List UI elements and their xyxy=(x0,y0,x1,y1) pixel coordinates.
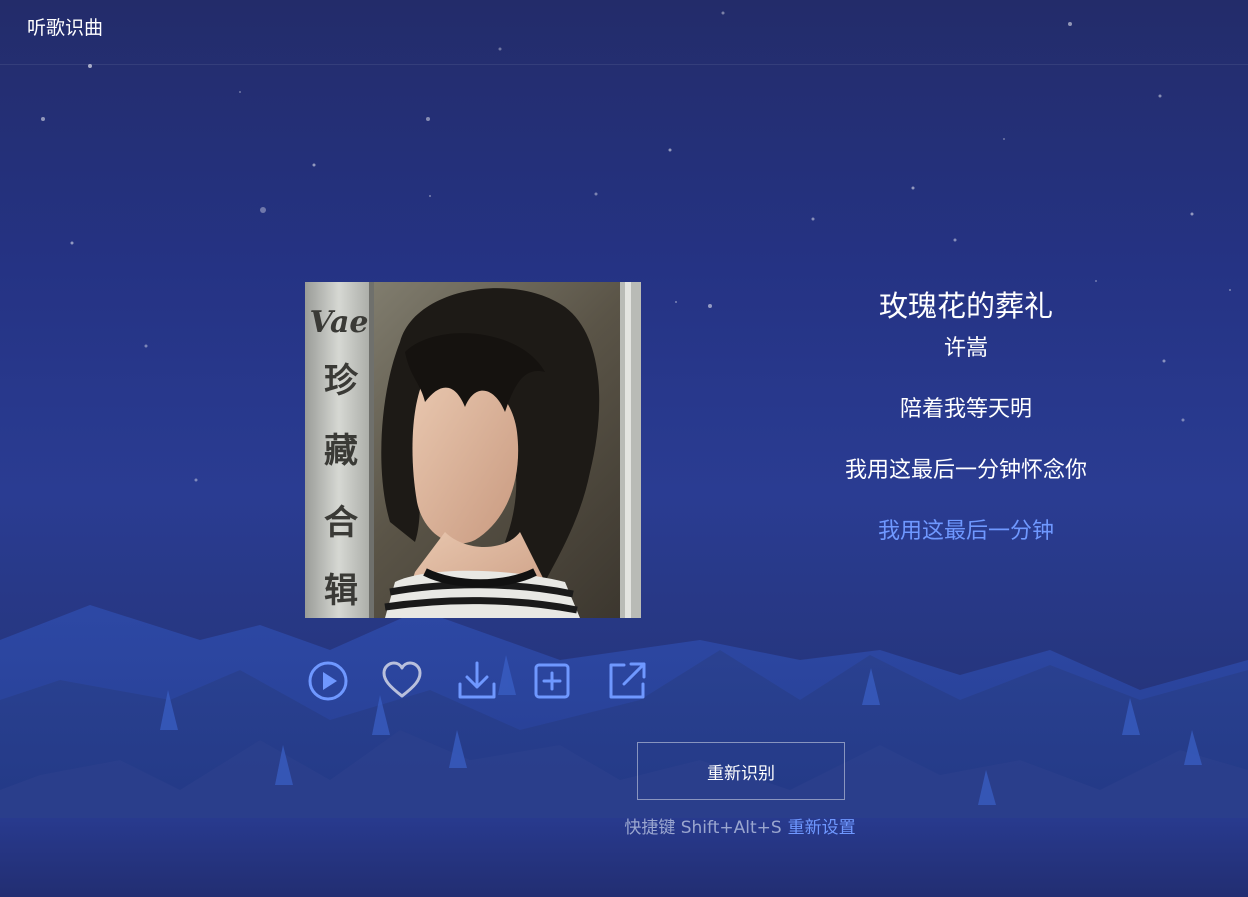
window-title: 听歌识曲 xyxy=(27,17,104,39)
song-recognition-window: 听歌识曲 Vae 珍 藏 合 辑 玫瑰花的葬礼 许嵩 陪着我等天明 我用这最后一… xyxy=(0,0,1248,897)
play-button[interactable] xyxy=(305,658,351,704)
cover-text-latin: Vae xyxy=(309,305,368,340)
heart-icon xyxy=(382,661,422,698)
add-to-playlist-button[interactable] xyxy=(529,658,575,704)
cover-text-cn-2: 合 xyxy=(324,503,358,543)
reset-shortcut-link[interactable]: 重新设置 xyxy=(788,818,856,838)
add-to-playlist-icon xyxy=(534,663,570,699)
like-button[interactable] xyxy=(379,658,425,704)
cover-text-cn-0: 珍 xyxy=(324,361,359,401)
top-bar: 听歌识曲 xyxy=(0,0,1248,65)
play-circle-icon xyxy=(308,661,348,701)
lyric-line: 我用这最后一分钟怀念你 xyxy=(844,458,1087,483)
share-button[interactable] xyxy=(604,658,650,704)
song-artist[interactable]: 许嵩 xyxy=(766,334,1166,364)
reidentify-button[interactable]: 重新识别 xyxy=(637,742,845,800)
song-actions-bar xyxy=(305,658,650,704)
download-icon xyxy=(458,661,496,699)
download-button[interactable] xyxy=(454,658,500,704)
cover-text-cn-1: 藏 xyxy=(324,431,358,471)
cover-text-cn-3: 辑 xyxy=(324,571,358,611)
share-external-icon xyxy=(609,662,646,699)
song-title: 玫瑰花的葬礼 xyxy=(878,289,1053,323)
shortcut-hint: 快捷键 Shift+Alt+S 重新设置 xyxy=(580,816,900,840)
lyric-line-active: 我用这最后一分钟 xyxy=(877,519,1054,544)
album-cover: Vae 珍 藏 合 辑 xyxy=(305,282,641,618)
shortcut-text: 快捷键 Shift+Alt+S xyxy=(624,818,782,838)
lyric-line: 陪着我等天明 xyxy=(899,397,1032,422)
